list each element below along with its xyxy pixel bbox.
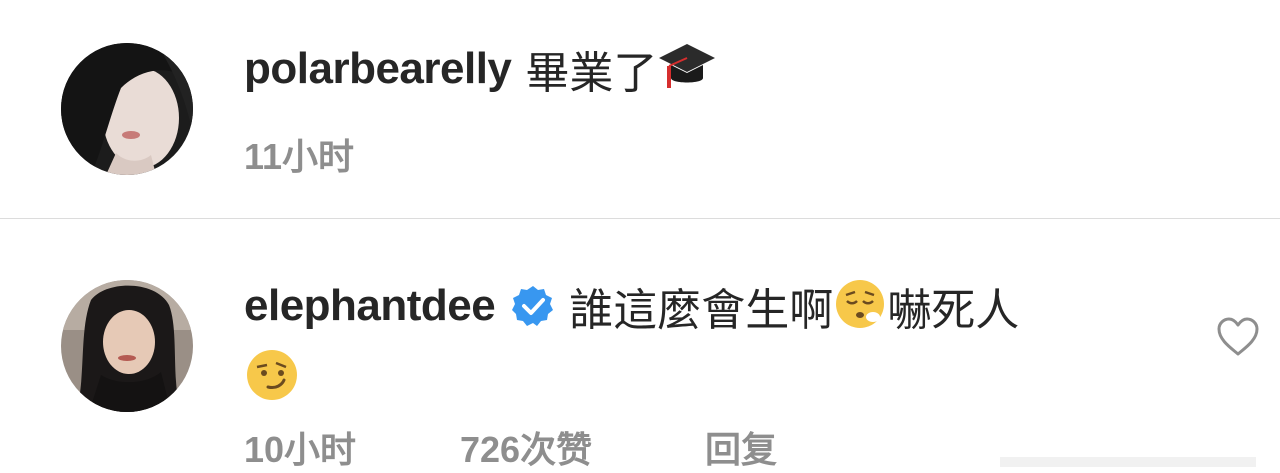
comment-item: elephantdee 誰這麼會生啊 嚇死人 10小时 726次赞 回复 bbox=[0, 219, 1280, 471]
avatar[interactable] bbox=[61, 43, 193, 175]
comment-item: polarbearelly 畢業了 11小时 bbox=[0, 0, 1280, 218]
username[interactable]: elephantdee bbox=[244, 281, 496, 331]
comment-text: 畢業了 bbox=[525, 49, 658, 98]
heart-icon[interactable] bbox=[1215, 314, 1261, 360]
comment-time: 11小时 bbox=[244, 136, 355, 177]
reply-button[interactable]: 回复 bbox=[705, 421, 777, 473]
comment-text-part1: 誰這麼會生啊 bbox=[569, 286, 834, 335]
verified-badge-icon bbox=[511, 284, 555, 328]
comment-time: 10小时 bbox=[244, 429, 357, 470]
graduation-cap-icon bbox=[657, 38, 717, 101]
watermark-logo bbox=[1000, 457, 1256, 467]
likes-count[interactable]: 726次赞 bbox=[460, 421, 592, 473]
username[interactable]: polarbearelly bbox=[244, 44, 512, 94]
relieved-face-icon bbox=[833, 277, 887, 336]
comment-text-part2: 嚇死人 bbox=[887, 286, 1020, 335]
smirking-face-icon bbox=[244, 347, 300, 408]
avatar[interactable] bbox=[61, 280, 193, 412]
